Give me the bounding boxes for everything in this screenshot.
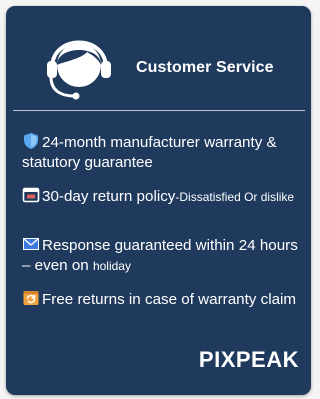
header-title: Customer Service (136, 59, 274, 76)
brand-logo: PIXPEAK (198, 347, 299, 372)
feature-response-time-note: holiday (92, 259, 131, 273)
shield-icon (24, 133, 38, 149)
return-box-icon (22, 187, 40, 203)
feature-return-policy: 30-day return policy-Dissatisfied Or dis… (22, 186, 310, 235)
feature-return-policy-text: 30-day return policy (42, 188, 176, 205)
feature-free-returns-text: Free returns in case of warranty claim (42, 291, 297, 308)
feature-response-time: Response guaranteed within 24 hours – ev… (22, 235, 310, 289)
feature-warranty: 24-month manufacturer warranty & statuto… (22, 132, 310, 186)
headset-agent-icon (47, 40, 111, 100)
feature-response-time-text: Response guaranteed within 24 hours – ev… (22, 237, 298, 274)
divider (13, 110, 305, 111)
customer-service-card: Customer Service 24-month manufacturer w… (6, 6, 311, 395)
card-header: Customer Service (6, 6, 311, 110)
package-return-icon (23, 291, 39, 305)
feature-warranty-text: 24-month manufacturer warranty & statuto… (22, 134, 277, 171)
feature-list: 24-month manufacturer warranty & statuto… (22, 132, 310, 329)
feature-free-returns: Free returns in case of warranty claim (22, 289, 310, 329)
feature-return-policy-note: -Dissatisfied Or dislike (175, 190, 295, 204)
envelope-icon (23, 238, 39, 250)
